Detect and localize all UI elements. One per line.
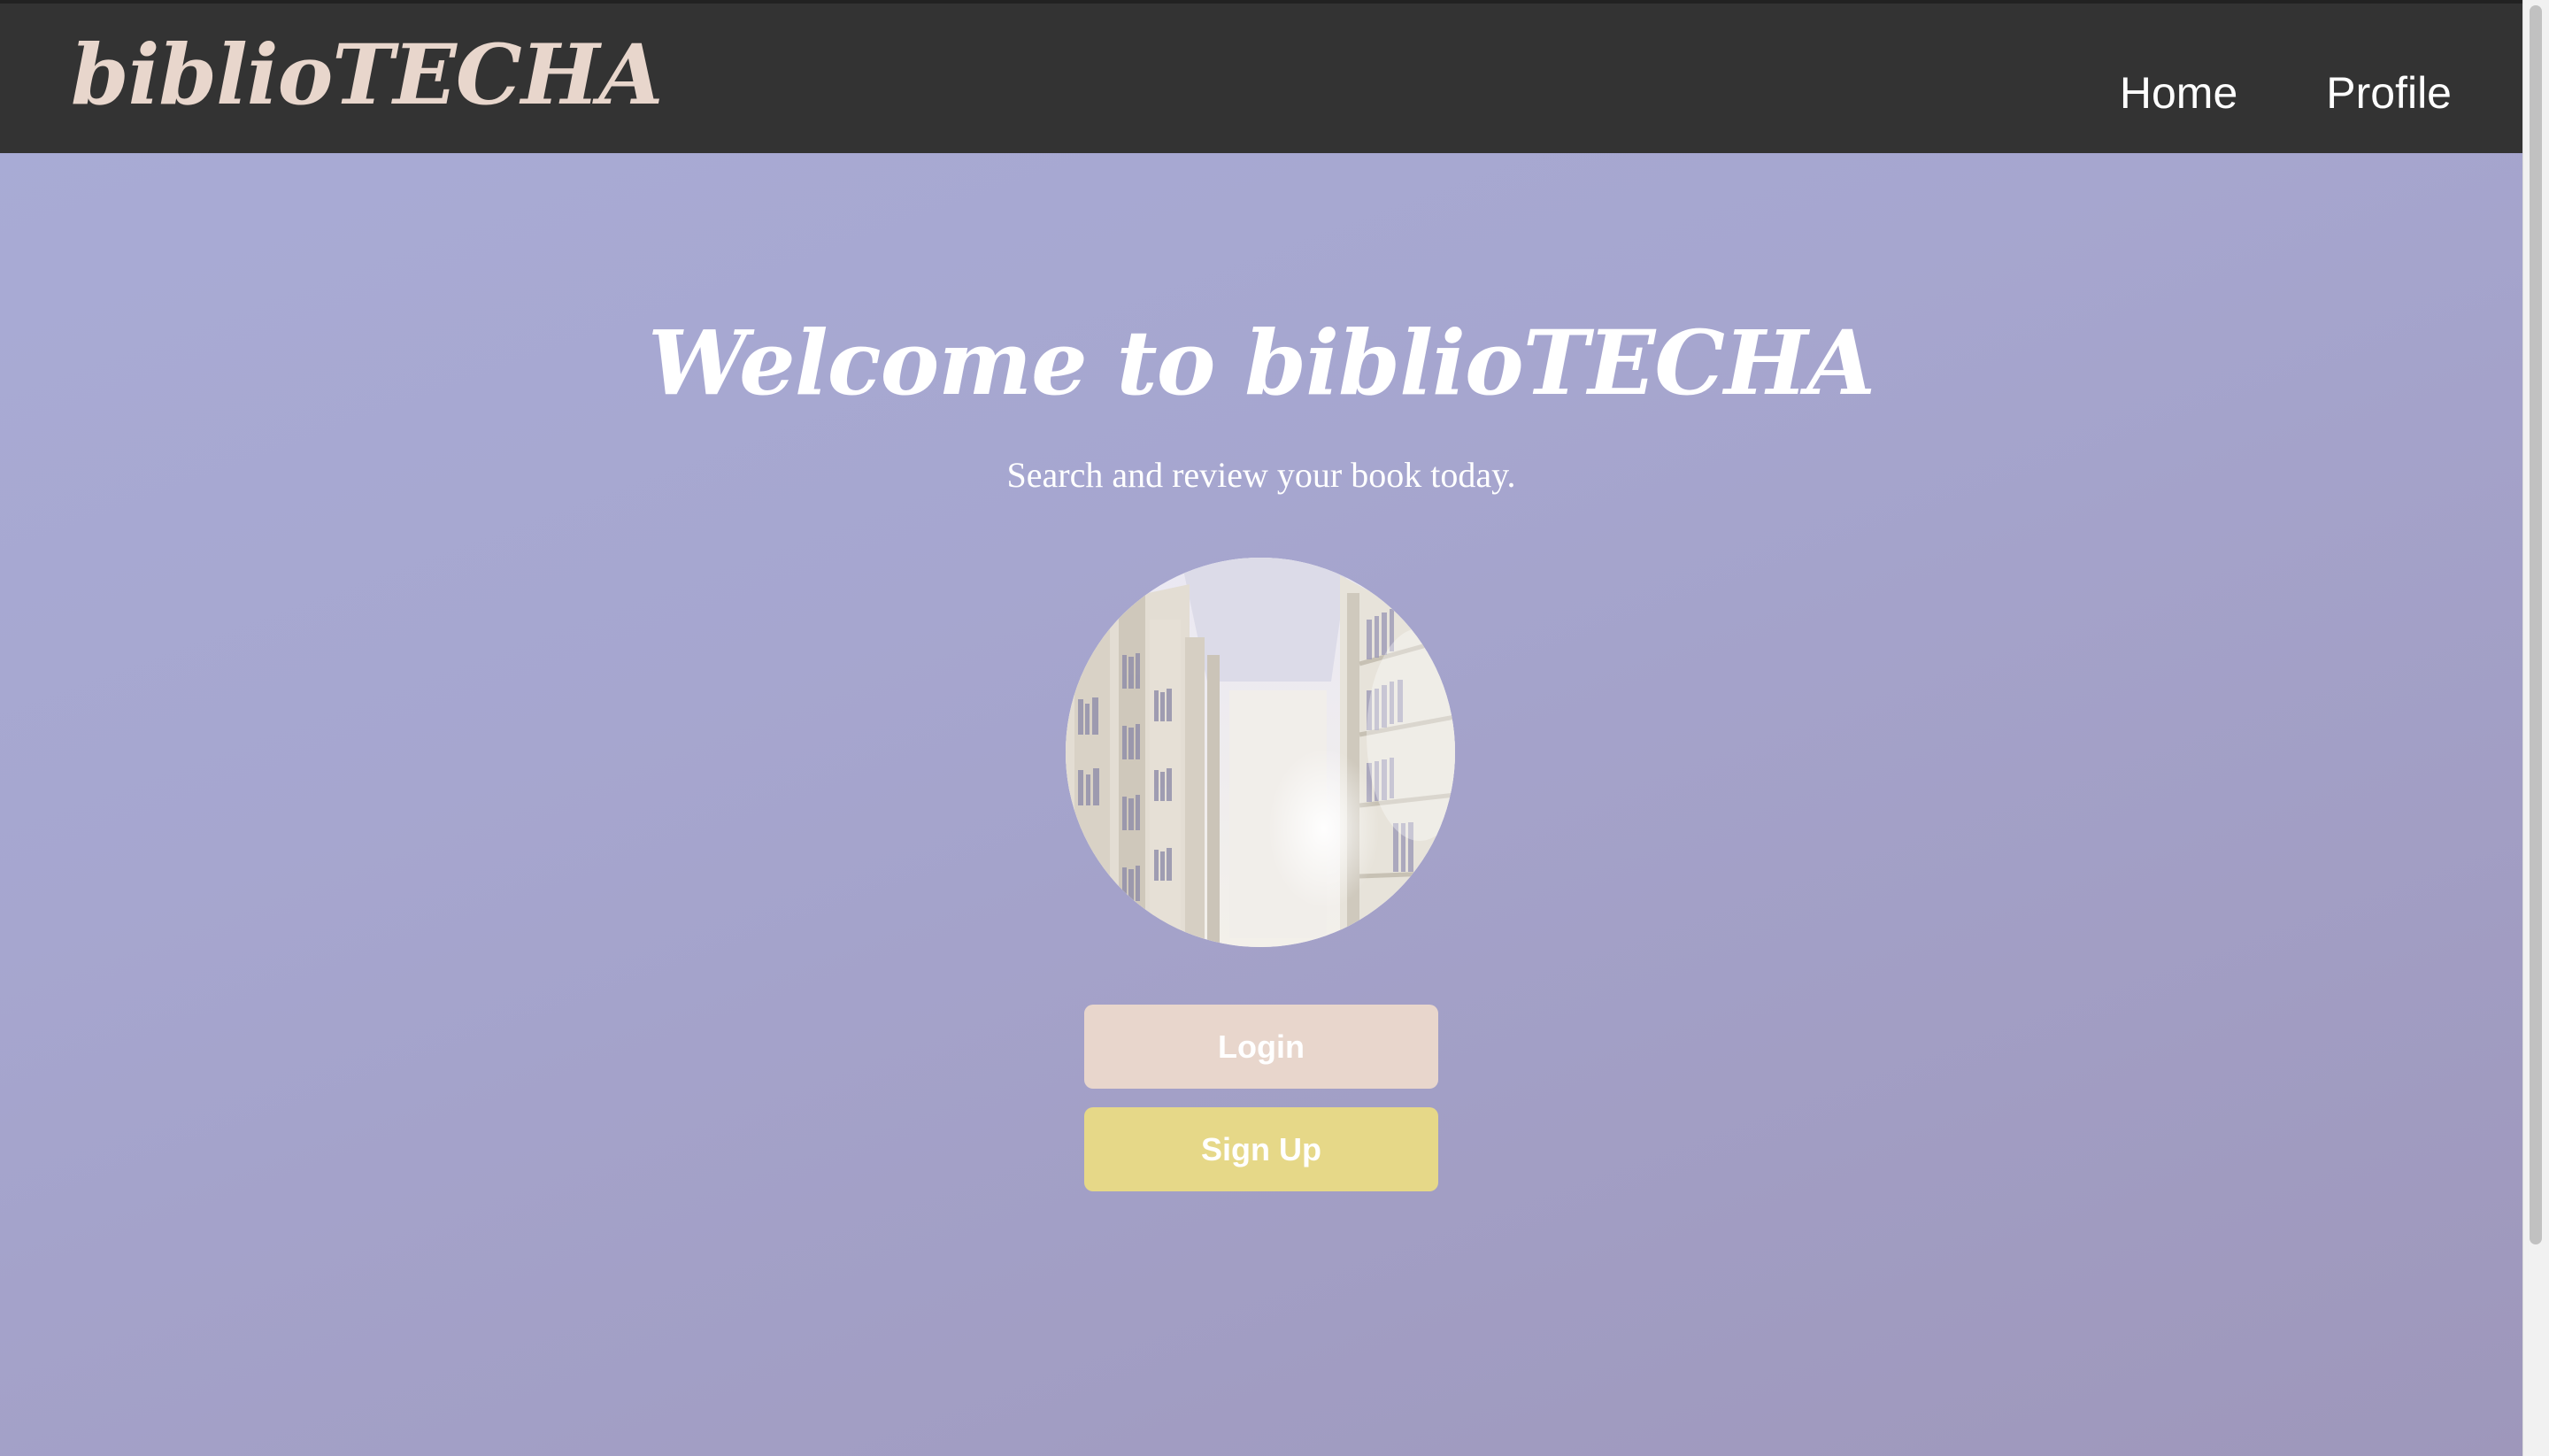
hero-title: Welcome to biblioTECHA <box>647 311 1875 415</box>
signup-button[interactable]: Sign Up <box>1084 1107 1438 1191</box>
hero-subtitle: Search and review your book today. <box>1006 455 1516 495</box>
page-scrollbar[interactable] <box>2522 0 2549 1456</box>
brand-logo[interactable]: biblioTECHA <box>71 34 663 117</box>
page-viewport: biblioTECHA Home Profile Welcome to bibl… <box>0 0 2522 1456</box>
login-button[interactable]: Login <box>1084 1005 1438 1089</box>
nav-links: Home Profile <box>2120 71 2452 115</box>
scrollbar-thumb[interactable] <box>2530 5 2542 1244</box>
nav-link-home[interactable]: Home <box>2120 71 2237 115</box>
navbar: biblioTECHA Home Profile <box>0 0 2522 153</box>
library-image <box>1066 558 1455 947</box>
nav-link-profile[interactable]: Profile <box>2326 71 2452 115</box>
